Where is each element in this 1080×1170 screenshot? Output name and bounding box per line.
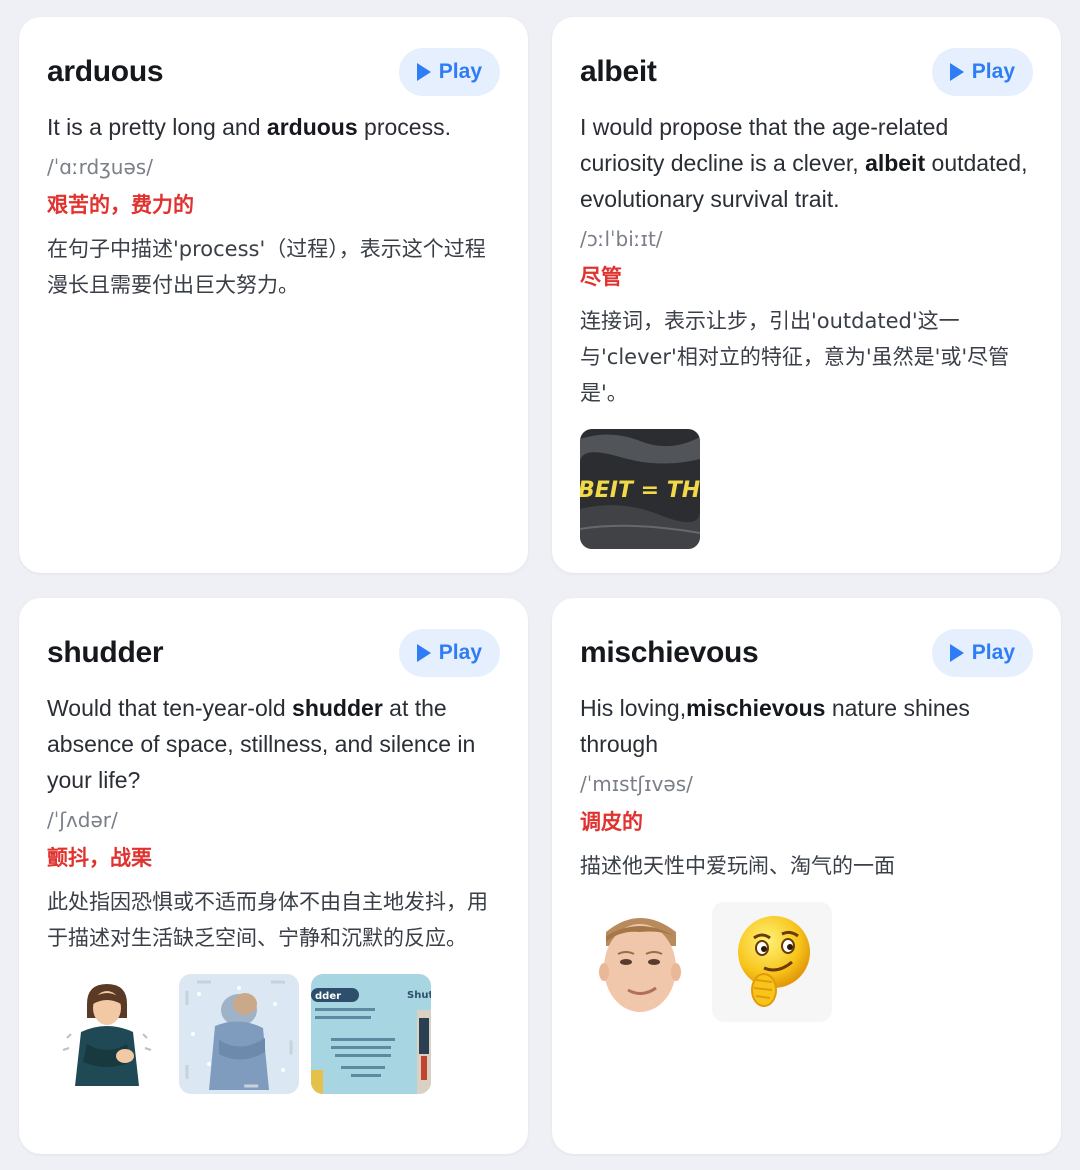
phonetic: /ˈmɪstʃɪvəs/ bbox=[580, 772, 693, 796]
play-icon bbox=[949, 63, 964, 81]
infographic-label-left: dder bbox=[315, 991, 341, 1002]
shudder-infographic: dder Shut bbox=[311, 974, 431, 1094]
sentence-text: Would that ten-year-old bbox=[47, 695, 293, 721]
shudder-image-3[interactable]: dder Shut bbox=[311, 974, 431, 1094]
sentence-keyword: shudder bbox=[292, 695, 383, 721]
mischievous-image-1[interactable] bbox=[580, 902, 700, 1022]
word-card-shudder: shudder Play Would that ten-year-old shu… bbox=[19, 598, 528, 1154]
phonetic: /ˈʃʌdər/ bbox=[47, 808, 118, 832]
play-label: Play bbox=[438, 60, 482, 83]
play-icon bbox=[416, 63, 431, 81]
word-card-mischievous: mischievous Play His loving,mischievous … bbox=[552, 598, 1061, 1154]
explanation: 在句子中描述'process'（过程），表示这个过程漫长且需要付出巨大努力。 bbox=[47, 237, 486, 297]
albeit-art: BEIT = THOU bbox=[580, 429, 700, 549]
play-icon bbox=[949, 644, 964, 662]
example-sentence: I would propose that the age-related cur… bbox=[580, 109, 1033, 217]
play-label: Play bbox=[438, 641, 482, 664]
explanation: 连接词，表示让步，引出'outdated'这一与'clever'相对立的特征，意… bbox=[580, 309, 1010, 405]
word-title: shudder bbox=[47, 636, 164, 669]
sentence-keyword: arduous bbox=[266, 114, 358, 140]
play-button[interactable]: Play bbox=[398, 629, 500, 677]
cold-person-illustration bbox=[179, 974, 299, 1094]
shudder-image-1[interactable] bbox=[47, 974, 167, 1094]
word-title: arduous bbox=[47, 55, 164, 88]
image-row bbox=[580, 902, 1033, 1022]
card-header: arduous Play bbox=[47, 47, 500, 97]
meaning: 艰苦的，费力的 bbox=[47, 193, 194, 217]
play-label: Play bbox=[971, 60, 1015, 83]
meaning: 调皮的 bbox=[580, 810, 643, 834]
example-sentence: It is a pretty long and arduous process. bbox=[47, 109, 500, 145]
card-header: albeit Play bbox=[580, 47, 1033, 97]
word-title: albeit bbox=[580, 55, 657, 88]
word-card-arduous: arduous Play It is a pretty long and ard… bbox=[19, 17, 528, 573]
smirking-boy-photo bbox=[580, 902, 700, 1022]
phonetic: /ɔːlˈbiːɪt/ bbox=[580, 227, 663, 251]
sentence-keyword: albeit bbox=[865, 150, 926, 176]
example-sentence: Would that ten-year-old shudder at the a… bbox=[47, 690, 500, 798]
image-row: dder Shut bbox=[47, 974, 500, 1094]
word-card-albeit: albeit Play I would propose that the age… bbox=[552, 17, 1061, 573]
sentence-text: It is a pretty long and bbox=[47, 114, 267, 140]
albeit-image-text: BEIT = THOU bbox=[580, 478, 700, 503]
explanation: 描述他天性中爱玩闹、淘气的一面 bbox=[580, 854, 895, 878]
play-button[interactable]: Play bbox=[398, 48, 500, 96]
albeit-image[interactable]: BEIT = THOU bbox=[580, 429, 700, 549]
meaning: 颤抖，战栗 bbox=[47, 846, 152, 870]
infographic-label-right: Shut bbox=[407, 990, 431, 1001]
sentence-text: His loving, bbox=[580, 695, 687, 721]
phonetic: /ˈɑːrdʒuəs/ bbox=[47, 155, 153, 179]
card-header: shudder Play bbox=[47, 628, 500, 678]
play-icon bbox=[416, 644, 431, 662]
meaning: 尽管 bbox=[580, 265, 622, 289]
mischievous-image-2[interactable] bbox=[712, 902, 832, 1022]
play-label: Play bbox=[971, 641, 1015, 664]
play-button[interactable]: Play bbox=[931, 629, 1033, 677]
sentence-keyword: mischievous bbox=[686, 695, 826, 721]
card-header: mischievous Play bbox=[580, 628, 1033, 678]
shivering-man-illustration bbox=[47, 974, 167, 1094]
play-button[interactable]: Play bbox=[931, 48, 1033, 96]
explanation: 此处指因恐惧或不适而身体不由自主地发抖，用于描述对生活缺乏空间、宁静和沉默的反应… bbox=[47, 890, 488, 950]
thinking-emoji-icon bbox=[712, 902, 832, 1022]
example-sentence: His loving,mischievous nature shines thr… bbox=[580, 690, 1033, 762]
image-row: BEIT = THOU bbox=[580, 429, 1033, 549]
sentence-text: process. bbox=[357, 114, 451, 140]
word-title: mischievous bbox=[580, 636, 759, 669]
shudder-image-2[interactable] bbox=[179, 974, 299, 1094]
